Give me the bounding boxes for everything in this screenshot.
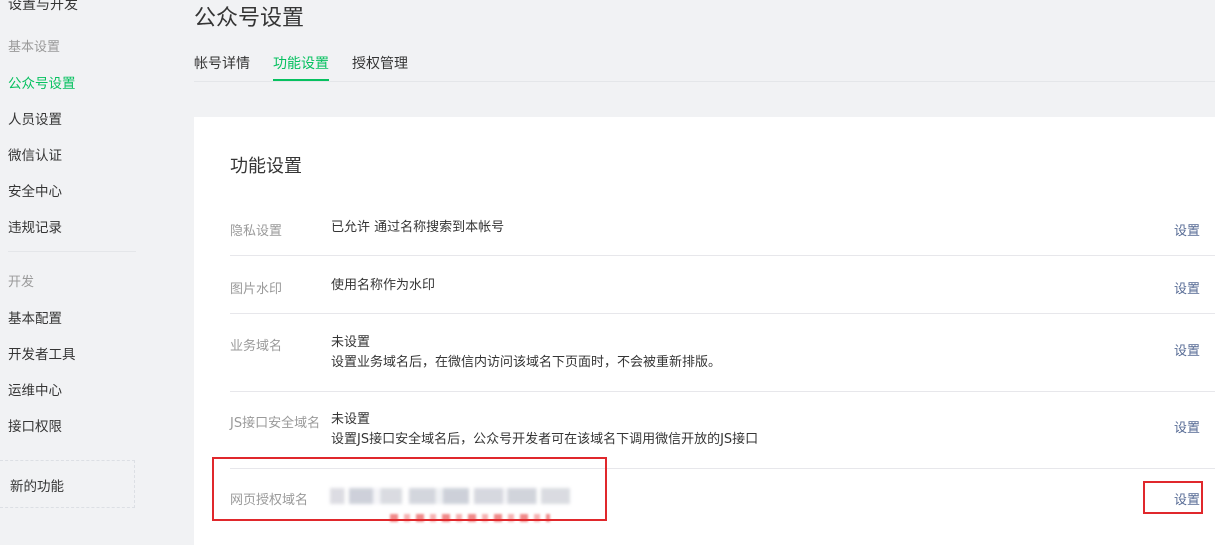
row-value: 未设置 bbox=[331, 412, 371, 427]
sidebar-new-features-label: 新的功能 bbox=[10, 479, 64, 495]
settings-link-business-domain[interactable]: 设置 bbox=[1174, 340, 1200, 359]
row-divider bbox=[230, 313, 1215, 314]
sidebar-item-account-settings[interactable]: 公众号设置 bbox=[8, 72, 76, 92]
settings-link-watermark[interactable]: 设置 bbox=[1174, 278, 1200, 297]
settings-link-privacy[interactable]: 设置 bbox=[1174, 220, 1200, 239]
sidebar-item-security[interactable]: 安全中心 bbox=[8, 180, 62, 200]
sidebar-section-title[interactable]: 设置与开发 bbox=[8, 0, 130, 14]
sidebar-item-dev-tools[interactable]: 开发者工具 bbox=[8, 343, 76, 363]
card-title: 功能设置 bbox=[230, 156, 302, 177]
tab-authorization[interactable]: 授权管理 bbox=[352, 53, 408, 81]
tab-bar-divider bbox=[194, 81, 1215, 82]
annotation-box-web-auth-row bbox=[212, 457, 607, 521]
row-label: 隐私设置 bbox=[230, 224, 283, 239]
row-description: 设置JS接口安全域名后，公众号开发者可在该域名下调用微信开放的JS接口 bbox=[331, 432, 759, 447]
annotation-box-settings-link bbox=[1143, 481, 1203, 514]
sidebar-item-violations[interactable]: 违规记录 bbox=[8, 216, 62, 236]
row-label: 图片水印 bbox=[230, 282, 283, 297]
sidebar-section-label: 设置与开发 bbox=[8, 0, 78, 13]
row-label: JS接口安全域名 bbox=[230, 416, 321, 431]
row-description: 设置业务域名后，在微信内访问该域名下页面时，不会被重新排版。 bbox=[331, 355, 722, 370]
sidebar-item-api-permissions[interactable]: 接口权限 bbox=[8, 415, 62, 435]
tab-account-details[interactable]: 帐号详情 bbox=[194, 53, 250, 81]
row-divider bbox=[230, 391, 1215, 392]
row-value: 未设置 bbox=[331, 335, 371, 350]
row-divider bbox=[230, 255, 1215, 256]
sidebar-item-wechat-verify[interactable]: 微信认证 bbox=[8, 144, 62, 164]
sidebar-group-dev: 开发 bbox=[8, 275, 35, 290]
sidebar-group-basic: 基本设置 bbox=[8, 40, 61, 55]
sidebar-item-members[interactable]: 人员设置 bbox=[8, 108, 62, 128]
sidebar: 设置与开发 基本设置 公众号设置 人员设置 微信认证 安全中心 违规记录 开发 … bbox=[0, 0, 150, 545]
chevron-up-icon[interactable] bbox=[113, 0, 130, 6]
sidebar-item-ops-center[interactable]: 运维中心 bbox=[8, 379, 62, 399]
settings-link-js-domain[interactable]: 设置 bbox=[1174, 417, 1200, 436]
sidebar-item-basic-config[interactable]: 基本配置 bbox=[8, 307, 62, 327]
page-title: 公众号设置 bbox=[194, 6, 305, 31]
sidebar-divider bbox=[8, 251, 136, 252]
row-value: 使用名称作为水印 bbox=[331, 278, 436, 293]
tab-function-settings[interactable]: 功能设置 bbox=[273, 53, 329, 81]
row-label: 业务域名 bbox=[230, 339, 283, 354]
sidebar-new-features[interactable]: 新的功能 bbox=[0, 460, 135, 508]
row-value: 已允许 通过名称搜索到本帐号 bbox=[331, 220, 505, 235]
